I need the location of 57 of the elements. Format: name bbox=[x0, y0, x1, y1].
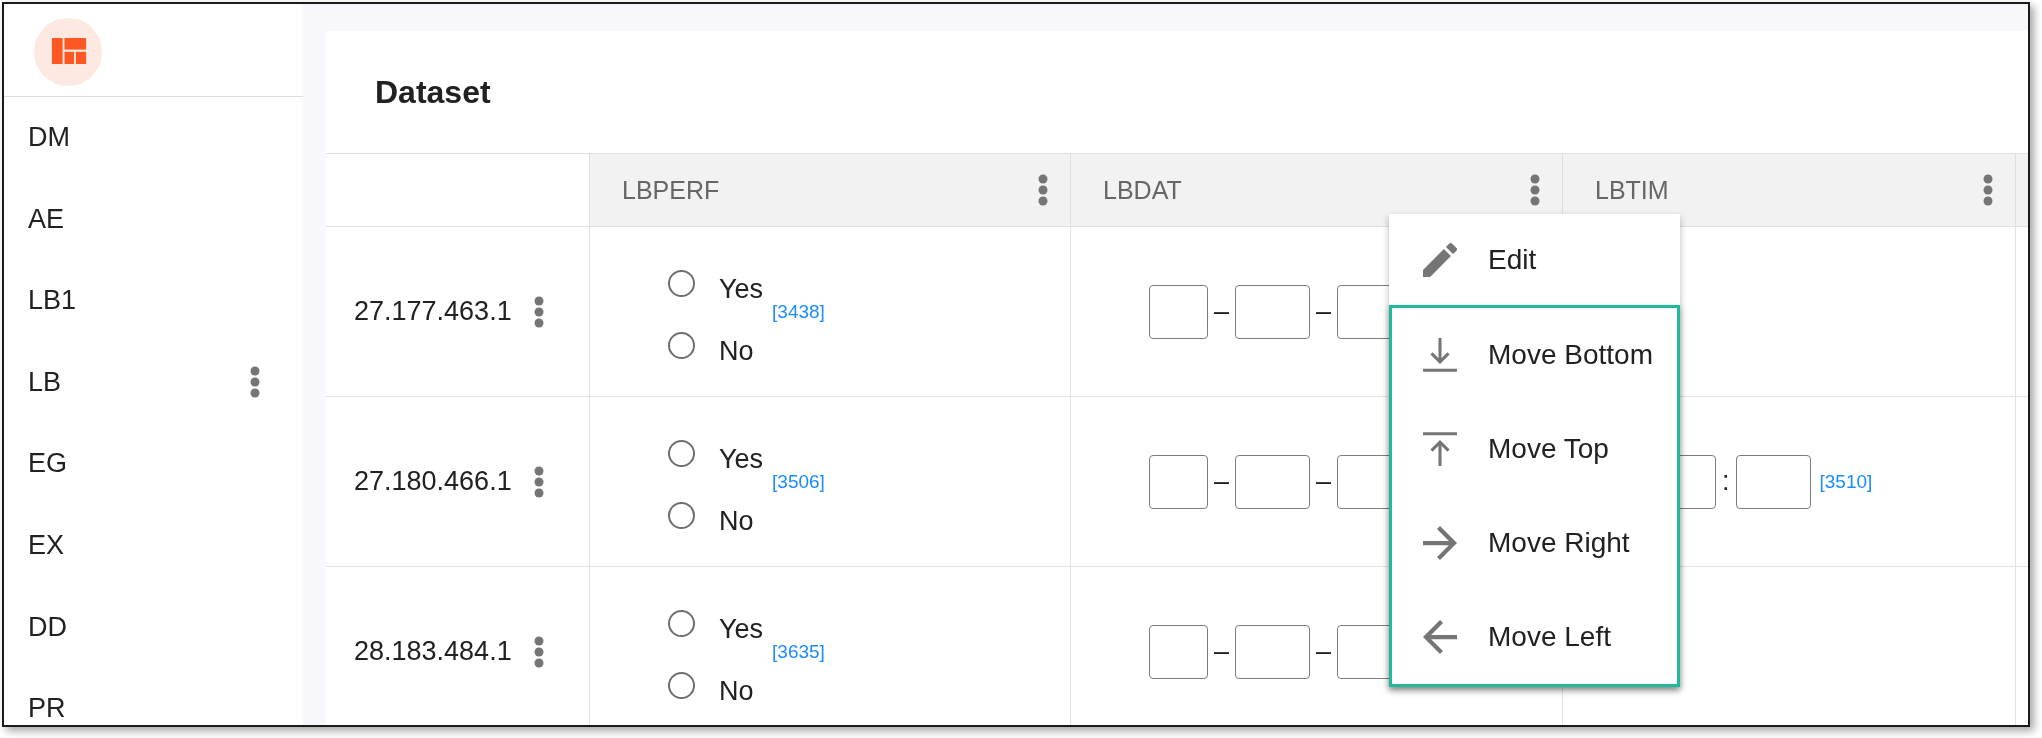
sidebar-item[interactable]: AE bbox=[4, 202, 303, 235]
field-separator: – bbox=[1316, 296, 1332, 327]
arrow-right-icon bbox=[1423, 526, 1457, 560]
field-separator: – bbox=[1214, 466, 1230, 497]
sidebar-item[interactable]: PR bbox=[4, 692, 303, 725]
input-field[interactable] bbox=[1235, 624, 1311, 679]
field-separator: – bbox=[1214, 296, 1230, 327]
sidebar-item[interactable]: EX bbox=[4, 528, 303, 561]
sidebar-item[interactable]: EG bbox=[4, 447, 303, 480]
input-field[interactable] bbox=[1149, 284, 1208, 339]
row-id: 27.180.466.1 bbox=[354, 466, 512, 497]
arrow-left-icon bbox=[1423, 620, 1457, 654]
sidebar-item[interactable]: LB1 bbox=[4, 284, 303, 317]
menu-item[interactable]: Edit bbox=[1389, 214, 1680, 305]
radio-button[interactable] bbox=[668, 502, 695, 529]
field-separator: – bbox=[1214, 636, 1230, 667]
kebab-menu-icon[interactable] bbox=[1038, 174, 1048, 206]
menu-item[interactable]: Move Left bbox=[1392, 590, 1677, 684]
field-separator: – bbox=[1316, 636, 1332, 667]
column-title: LBTIM bbox=[1595, 175, 1669, 205]
radio-button[interactable] bbox=[668, 610, 695, 637]
row-id: 27.177.463.1 bbox=[354, 296, 512, 327]
option-label[interactable]: No bbox=[719, 676, 754, 707]
radio-button[interactable] bbox=[668, 440, 695, 467]
input-field[interactable] bbox=[1735, 454, 1811, 509]
input-field[interactable] bbox=[1235, 284, 1311, 339]
kebab-menu-icon[interactable] bbox=[533, 465, 544, 498]
option-label[interactable]: No bbox=[719, 336, 754, 367]
menu-item[interactable]: Move Bottom bbox=[1392, 308, 1677, 402]
menu-item[interactable]: Move Top bbox=[1392, 402, 1677, 496]
kebab-menu-icon[interactable] bbox=[533, 635, 544, 668]
layout-grid-icon bbox=[34, 18, 102, 86]
column-title: LBDAT bbox=[1103, 175, 1182, 205]
kebab-menu-icon[interactable] bbox=[1530, 174, 1540, 206]
input-field[interactable] bbox=[1149, 624, 1208, 679]
input-field[interactable] bbox=[1149, 454, 1208, 509]
kebab-menu-icon[interactable] bbox=[533, 295, 544, 328]
option-label[interactable]: Yes bbox=[719, 274, 764, 305]
radio-button[interactable] bbox=[668, 672, 695, 699]
sidebar-item[interactable]: LB bbox=[4, 365, 303, 398]
radio-button[interactable] bbox=[668, 270, 695, 297]
input-field[interactable] bbox=[1235, 454, 1311, 509]
kebab-menu-icon[interactable] bbox=[1983, 174, 1993, 206]
menu-item[interactable]: Move Right bbox=[1392, 496, 1677, 590]
field-separator: – bbox=[1316, 466, 1332, 497]
page-title: Dataset bbox=[375, 73, 491, 111]
sidebar-item[interactable]: DM bbox=[4, 121, 303, 153]
sidebar-item[interactable]: DD bbox=[4, 610, 303, 643]
field-separator: : bbox=[1722, 466, 1730, 497]
option-label[interactable]: No bbox=[719, 506, 754, 537]
option-label[interactable]: Yes bbox=[719, 614, 764, 645]
column-title: LBPERF bbox=[622, 175, 720, 205]
pencil-icon bbox=[1423, 242, 1457, 277]
radio-button[interactable] bbox=[668, 332, 695, 359]
option-label[interactable]: Yes bbox=[719, 444, 764, 475]
row-id: 28.183.484.1 bbox=[354, 636, 512, 667]
kebab-menu-icon[interactable] bbox=[250, 365, 260, 398]
